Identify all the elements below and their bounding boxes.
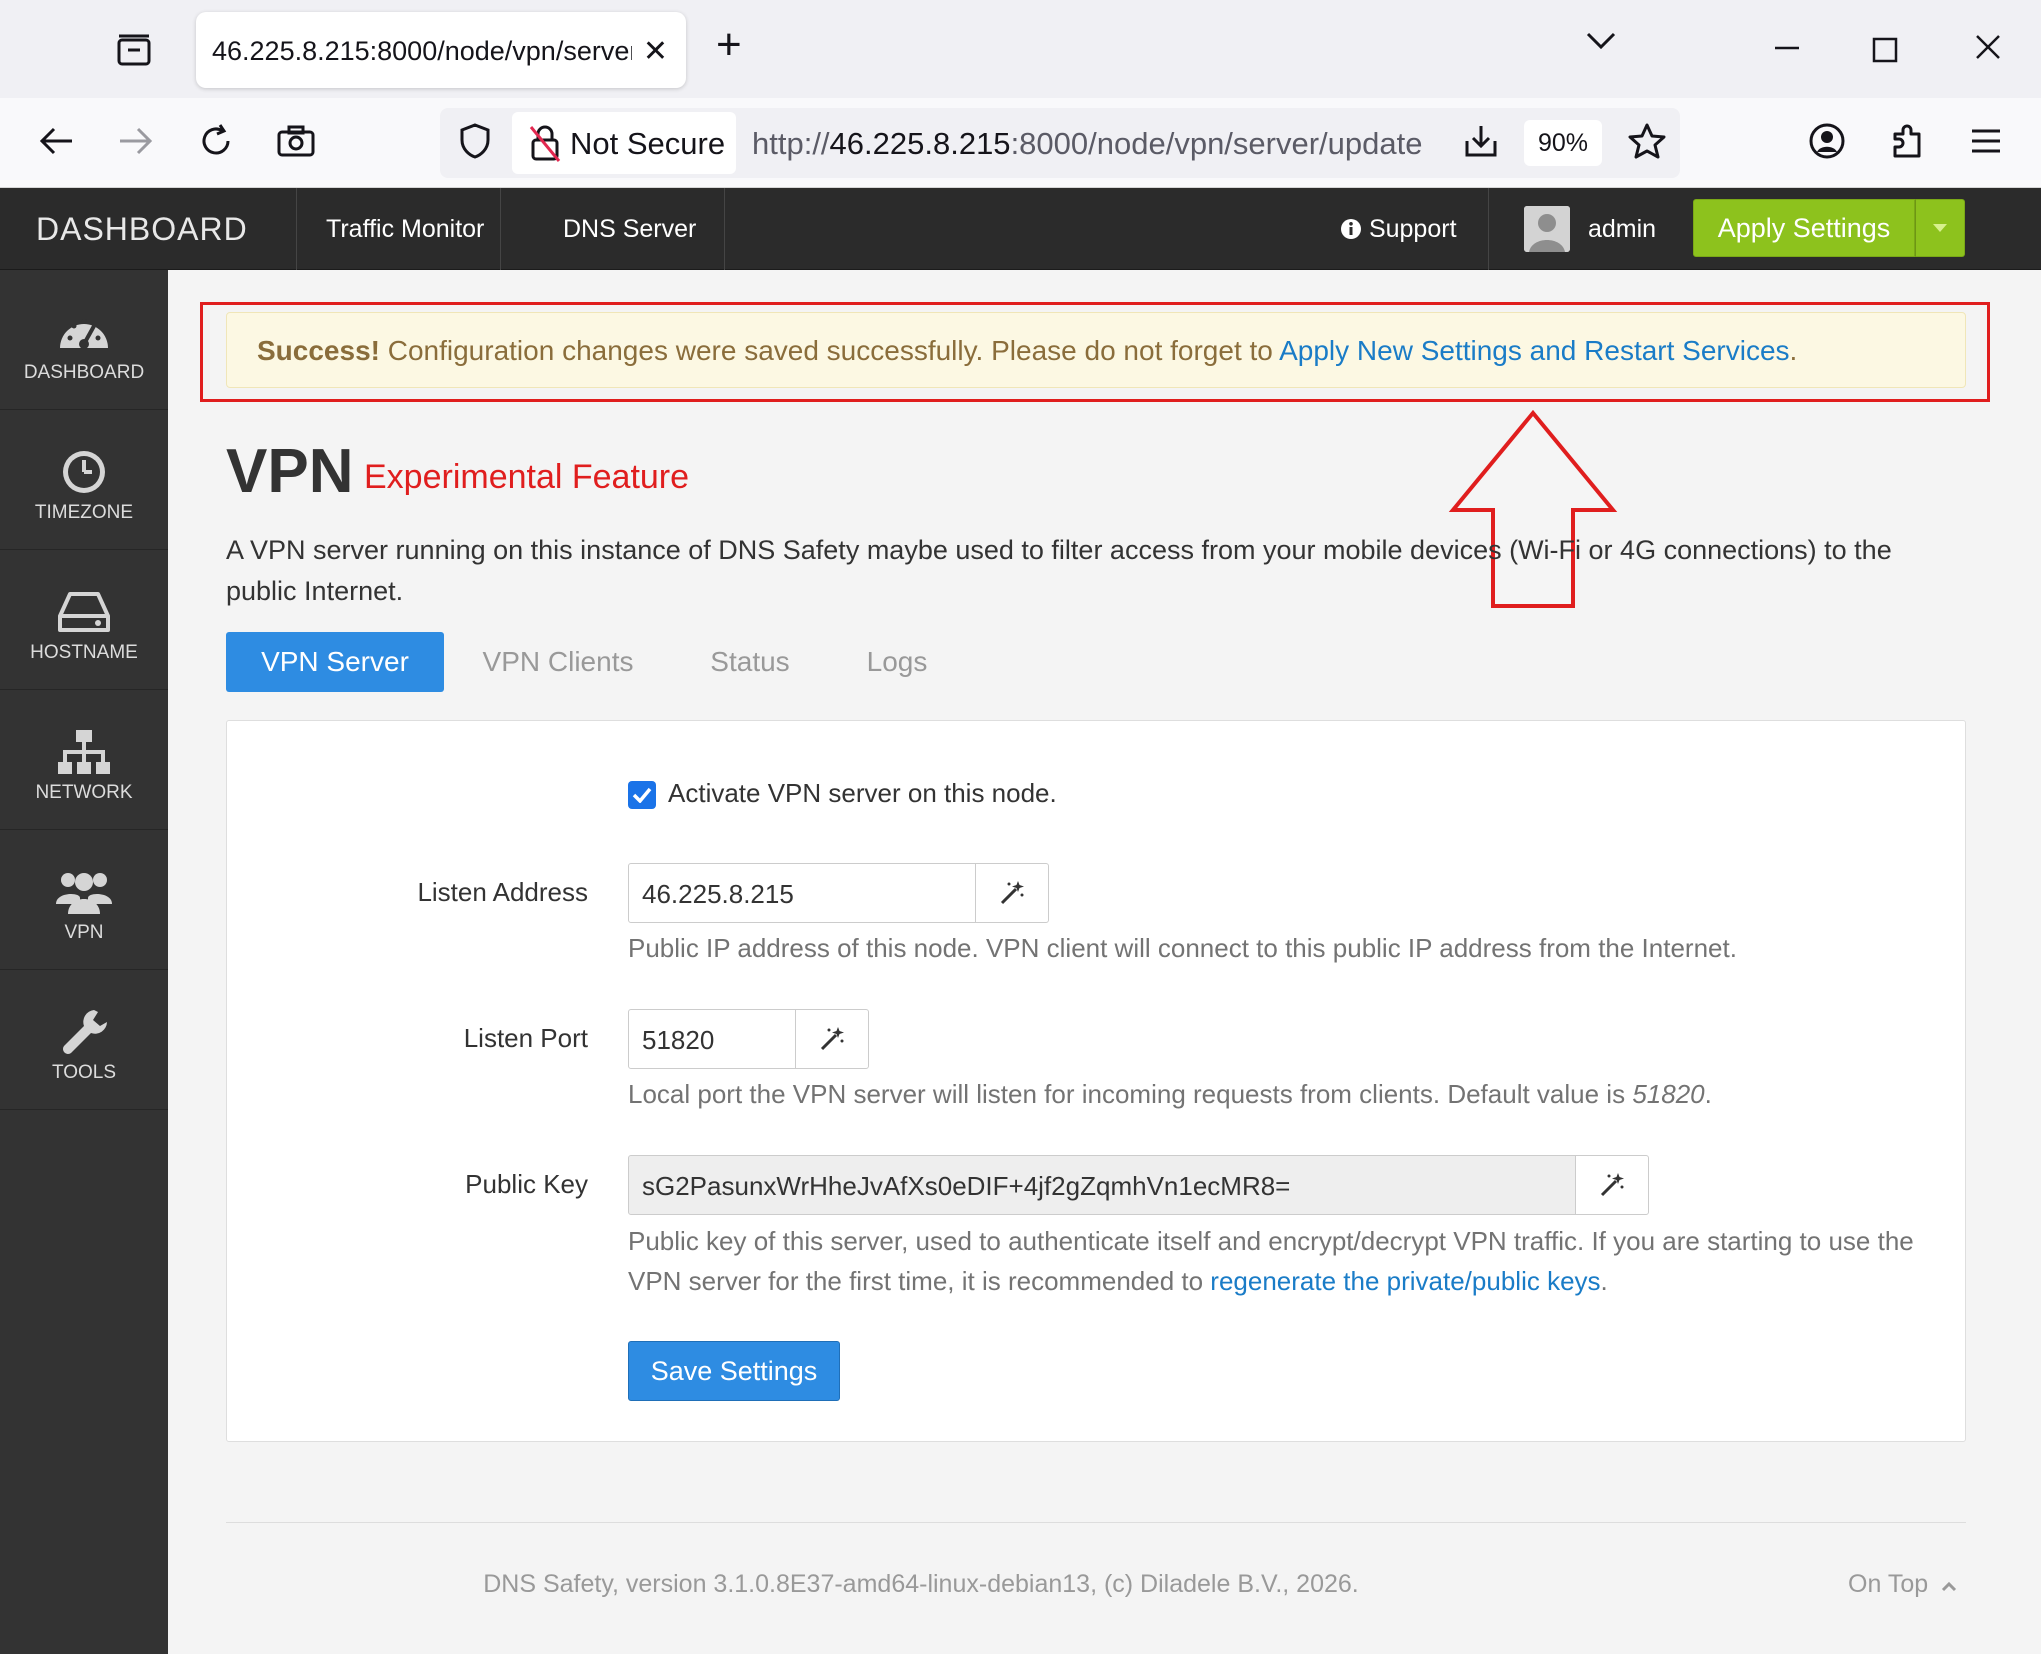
sidebar-item-dashboard[interactable]: DASHBOARD [0, 270, 168, 410]
listen-port-input[interactable]: 51820 [628, 1009, 796, 1069]
url-host: 46.225.8.215 [829, 126, 1011, 161]
nav-separator [724, 188, 725, 270]
nav-support[interactable]: Support [1340, 215, 1457, 244]
extensions-puzzle-icon[interactable] [1884, 118, 1930, 164]
minimize-window-icon[interactable] [1772, 22, 1802, 60]
wrench-icon [63, 1010, 107, 1054]
nav-separator [296, 188, 297, 270]
sidebar-item-vpn[interactable]: VPN [0, 830, 168, 970]
user-avatar[interactable] [1524, 206, 1570, 252]
sidebar-item-timezone[interactable]: TIMEZONE [0, 410, 168, 550]
clock-icon [63, 451, 105, 493]
reload-icon[interactable] [193, 118, 239, 164]
browser-tab[interactable]: 46.225.8.215:8000/node/vpn/server/update… [196, 12, 686, 88]
sidebar-item-network[interactable]: NETWORK [0, 690, 168, 830]
app-menu-hamburger-icon[interactable] [1963, 118, 2009, 164]
listen-address-help: Public IP address of this node. VPN clie… [628, 933, 1737, 963]
sidebar-item-tools[interactable]: TOOLS [0, 970, 168, 1110]
install-download-icon[interactable] [1458, 118, 1504, 164]
tab-list-icon[interactable] [112, 30, 156, 70]
listen-port-default-value: 51820 [1632, 1079, 1705, 1109]
bookmark-star-icon[interactable] [1624, 118, 1670, 164]
listen-port-help-text: Local port the VPN server will listen fo… [628, 1079, 1633, 1109]
public-key-label: Public Key [465, 1169, 588, 1199]
url-text[interactable]: http://46.225.8.215:8000/node/vpn/server… [752, 126, 1422, 162]
on-top-label: On Top [1848, 1570, 1929, 1598]
check-icon [632, 787, 652, 803]
support-label: Support [1368, 215, 1457, 243]
screenshot-camera-icon[interactable] [273, 118, 319, 164]
not-secure-label: Not Secure [570, 126, 726, 161]
listen-port-help-end: . [1704, 1079, 1712, 1109]
sitemap-icon [58, 730, 110, 774]
public-key-regenerate-button[interactable] [1575, 1155, 1649, 1215]
activate-vpn-checkbox[interactable] [628, 781, 656, 809]
apply-settings-dropdown-toggle[interactable] [1915, 199, 1965, 257]
url-path: :8000/node/vpn/server/update [1010, 126, 1423, 161]
info-circle-icon [1341, 219, 1361, 239]
sidebar-item-label: TIMEZONE [34, 502, 134, 523]
nav-separator [500, 188, 501, 270]
page-description: A VPN server running on this instance of… [226, 535, 1892, 606]
new-tab-icon[interactable]: + [716, 20, 742, 70]
tab-vpn-server[interactable]: VPN Server [226, 632, 444, 692]
tracking-protection-shield-icon[interactable] [452, 118, 498, 164]
tab-status[interactable]: Status [688, 632, 812, 692]
listen-address-input[interactable]: 46.225.8.215 [628, 863, 976, 923]
sidebar-item-label: HOSTNAME [30, 642, 138, 663]
public-key-help: Public key of this server, used to authe… [628, 1221, 1948, 1301]
listen-port-help: Local port the VPN server will listen fo… [628, 1074, 1948, 1114]
user-name-label[interactable]: admin [1588, 215, 1656, 244]
forward-icon[interactable] [113, 118, 159, 164]
magic-wand-icon [1600, 1173, 1624, 1197]
public-key-help-end: . [1600, 1266, 1608, 1296]
nav-separator [1488, 188, 1489, 270]
listen-port-label: Listen Port [463, 1023, 588, 1053]
tab-logs[interactable]: Logs [852, 632, 942, 692]
page-title: VPN [226, 437, 354, 506]
chevron-up-icon [1942, 1581, 1957, 1592]
public-key-input[interactable]: sG2PasunxWrHheJvAfXs0eDIF+4jf2gZqmhVn1ec… [628, 1155, 1576, 1215]
maximize-window-icon[interactable] [1872, 34, 1898, 71]
insecure-lock-icon [522, 120, 568, 166]
brand-dashboard-link[interactable]: DASHBOARD [36, 211, 248, 248]
listen-address-label: Listen Address [417, 877, 588, 907]
listen-port-default-button[interactable] [795, 1009, 869, 1069]
sidebar-item-label: VPN [64, 922, 104, 943]
users-icon [56, 873, 112, 914]
gauge-icon [60, 318, 108, 349]
nav-dns-server[interactable]: DNS Server [563, 215, 696, 244]
zoom-level-badge[interactable]: 90% [1524, 120, 1602, 166]
close-tab-icon[interactable]: ✕ [643, 34, 668, 69]
tab-overflow-chevron-icon[interactable] [1584, 26, 1618, 64]
on-top-link[interactable]: On Top [1848, 1570, 1957, 1599]
apply-settings-button[interactable]: Apply Settings [1693, 199, 1915, 257]
caret-down-icon [1933, 224, 1947, 232]
magic-wand-icon [1000, 881, 1024, 905]
close-window-icon[interactable] [1974, 32, 2002, 69]
url-scheme: http:// [752, 126, 830, 161]
activate-vpn-label[interactable]: Activate VPN server on this node. [668, 778, 1057, 809]
hdd-icon [58, 592, 110, 632]
sidebar-item-hostname[interactable]: HOSTNAME [0, 550, 168, 690]
nav-traffic-monitor[interactable]: Traffic Monitor [326, 215, 484, 244]
account-icon[interactable] [1804, 118, 1850, 164]
footer-version-text: DNS Safety, version 3.1.0.8E37-amd64-lin… [483, 1570, 1359, 1598]
magic-wand-icon [820, 1027, 844, 1051]
tab-vpn-clients[interactable]: VPN Clients [466, 632, 650, 692]
sidebar-item-label: TOOLS [51, 1062, 117, 1083]
regenerate-keys-link[interactable]: regenerate the private/public keys [1210, 1266, 1600, 1296]
browser-tab-title: 46.225.8.215:8000/node/vpn/server/update [212, 36, 632, 66]
footer-divider [226, 1522, 1966, 1523]
back-icon[interactable] [33, 118, 79, 164]
annotation-highlight-box [200, 302, 1990, 402]
sidebar-item-label: NETWORK [35, 782, 133, 803]
save-settings-button[interactable]: Save Settings [628, 1341, 840, 1401]
listen-address-autodetect-button[interactable] [975, 863, 1049, 923]
experimental-badge: Experimental Feature [364, 458, 690, 496]
sidebar-item-label: DASHBOARD [23, 362, 145, 383]
